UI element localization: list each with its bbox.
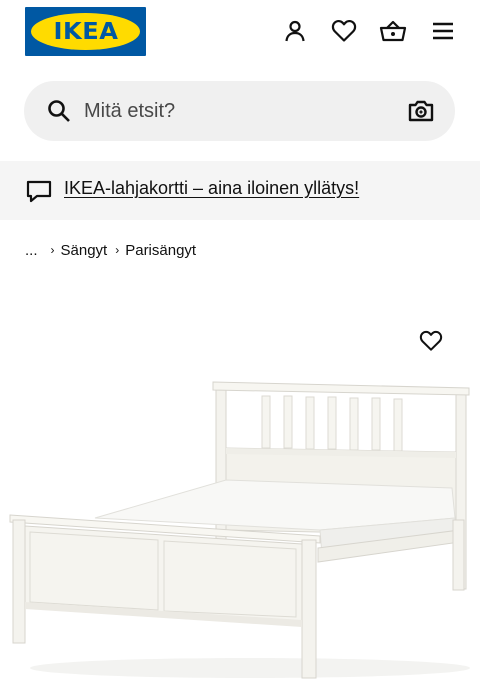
- promo-link[interactable]: IKEA-lahjakortti – aina iloinen yllätys!: [64, 178, 359, 199]
- logo-text: IKEA: [52, 18, 119, 45]
- footboard: [9, 514, 321, 679]
- menu-icon[interactable]: [429, 17, 457, 45]
- heart-icon[interactable]: [330, 17, 358, 45]
- search-icon[interactable]: [46, 98, 72, 124]
- product-image[interactable]: [0, 370, 480, 685]
- chat-bubble-icon: [26, 180, 52, 203]
- camera-icon[interactable]: [407, 97, 435, 125]
- breadcrumb-item-parisangyt[interactable]: Parisängyt: [125, 242, 196, 259]
- heart-icon: [419, 330, 443, 351]
- user-icon[interactable]: [281, 17, 309, 45]
- basket-icon[interactable]: [379, 17, 407, 45]
- ikea-logo[interactable]: IKEA: [25, 7, 146, 56]
- favourite-button[interactable]: [416, 326, 446, 356]
- chevron-right-icon: ›: [115, 243, 120, 257]
- logo-oval: IKEA: [31, 13, 140, 50]
- chevron-right-icon: ›: [50, 243, 55, 257]
- breadcrumb-item-sangyt[interactable]: Sängyt: [61, 242, 108, 259]
- search-bar[interactable]: [24, 81, 455, 141]
- promo-banner: IKEA-lahjakortti – aina iloinen yllätys!: [0, 161, 480, 220]
- site-header: IKEA: [0, 0, 480, 64]
- breadcrumb: ... › Sängyt › Parisängyt: [25, 240, 204, 260]
- search-input[interactable]: [84, 81, 384, 141]
- breadcrumb-ellipsis[interactable]: ...: [25, 242, 38, 259]
- floor-shadow: [30, 658, 470, 678]
